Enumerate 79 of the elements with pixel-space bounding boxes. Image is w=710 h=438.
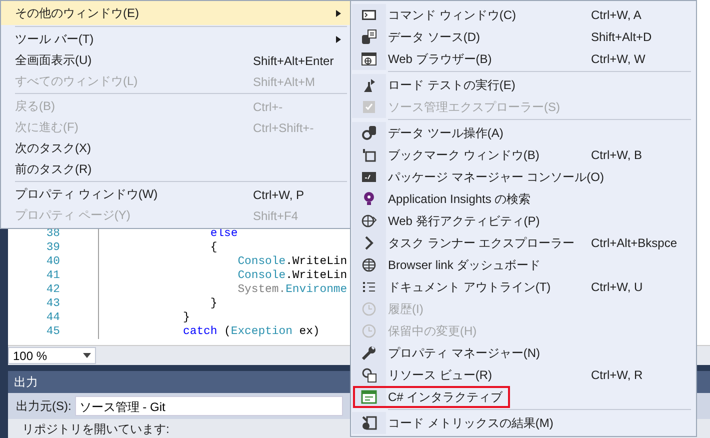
code-token: { xyxy=(209,241,218,256)
menu-item[interactable]: 全画面表示(U) Shift+Alt+Enter xyxy=(1,50,351,71)
console-icon xyxy=(361,169,377,185)
menu-item[interactable]: その他のウィンドウ(E) xyxy=(1,1,351,25)
shortcut-label: Ctrl+Alt+Bkspce xyxy=(591,236,678,250)
code-token: Console xyxy=(236,255,286,270)
source-label: 出力元(S): xyxy=(16,398,72,414)
code-token: Console xyxy=(236,269,286,284)
terminal-icon xyxy=(361,7,377,23)
outline-list-icon xyxy=(361,279,377,295)
metrics-icon xyxy=(361,415,377,431)
history-icon xyxy=(361,301,377,317)
menu-item[interactable]: リソース ビュー(R) Ctrl+W, R xyxy=(352,364,695,386)
resource-view-icon xyxy=(361,367,377,383)
line-number: 40 xyxy=(8,255,99,270)
line-number: 43 xyxy=(8,297,99,312)
menu-item[interactable]: ロード テストの実行(E) xyxy=(352,74,695,96)
shortcut-label: Ctrl+W, A xyxy=(591,8,642,22)
globe-icon xyxy=(361,257,377,273)
menu-item[interactable]: 前のタスク(R) xyxy=(1,159,351,180)
menu-item[interactable]: プロパティ マネージャー(N) xyxy=(352,342,695,364)
code-token: ( xyxy=(223,325,231,340)
menu-item[interactable]: データ ツール操作(A) xyxy=(352,122,695,144)
menu-item[interactable]: 次のタスク(X) xyxy=(1,138,351,159)
line-number: 41 xyxy=(8,269,99,284)
menu-item[interactable]: パッケージ マネージャー コンソール(O) xyxy=(352,166,695,188)
code-token: .WriteLin xyxy=(286,269,348,284)
code-token: System. xyxy=(236,283,286,298)
shortcut-label: Ctrl+Shift+- xyxy=(253,120,315,134)
output-text: リポジトリを開いています: xyxy=(22,422,170,436)
menu-item[interactable]: Web 発行アクティビティ(P) xyxy=(352,210,695,232)
line-number: 39 xyxy=(8,241,99,256)
shortcut-label: Shift+Alt+M xyxy=(253,74,316,88)
shortcut-label: Ctrl+W, W xyxy=(591,52,646,66)
interactive-window-icon xyxy=(361,389,377,405)
checkbox-icon xyxy=(361,99,377,115)
shortcut-label: Ctrl+W, U xyxy=(591,280,644,294)
shortcut-label: Ctrl+- xyxy=(253,100,284,114)
code-token: catch xyxy=(182,325,218,340)
code-token: Environme xyxy=(286,283,348,298)
zoom-dropdown[interactable]: 100 % xyxy=(8,347,96,364)
menu-item[interactable]: コマンド ウィンドウ(C) Ctrl+W, A xyxy=(352,4,695,26)
menu-item[interactable]: Web ブラウザー(B) Ctrl+W, W xyxy=(352,48,695,70)
wrench-icon xyxy=(361,345,377,361)
menu-item[interactable]: コード メトリックスの結果(M) xyxy=(352,412,695,434)
panel-title: 出力 xyxy=(14,374,38,391)
bookmark-icon xyxy=(361,147,377,163)
shortcut-label: Shift+Alt+Enter xyxy=(253,54,335,68)
menu-item[interactable]: ブックマーク ウィンドウ(B) Ctrl+W, B xyxy=(352,144,695,166)
menu-item[interactable]: C# インタラクティブ xyxy=(352,386,695,408)
menu-item[interactable]: データ ソース(D) Shift+Alt+D xyxy=(352,26,695,48)
line-number: 44 xyxy=(8,311,99,326)
code-token: .WriteLin xyxy=(286,255,348,270)
code-token: } xyxy=(182,311,190,326)
shortcut-label: Shift+F4 xyxy=(253,208,300,222)
menu-item[interactable]: タスク ランナー エクスプローラー Ctrl+Alt+Bkspce xyxy=(352,232,695,254)
source-dropdown[interactable]: ソース管理 - Git xyxy=(75,396,344,416)
caret-icon xyxy=(83,353,91,358)
menu-item[interactable]: ドキュメント アウトライン(T) Ctrl+W, U xyxy=(352,276,695,298)
menu-item[interactable]: Browser link ダッシュボード xyxy=(352,254,695,276)
lightbulb-icon xyxy=(361,191,377,207)
line-number: 45 xyxy=(8,325,99,340)
code-token: ex) xyxy=(298,325,320,340)
menu-item[interactable]: プロパティ ウィンドウ(W) Ctrl+W, P xyxy=(1,184,351,205)
clock-icon xyxy=(361,323,377,339)
code-token: } xyxy=(209,297,218,312)
shortcut-label: Ctrl+W, R xyxy=(591,368,644,382)
code-token: Exception xyxy=(230,325,292,340)
shortcut-label: Shift+Alt+D xyxy=(591,30,653,44)
flask-icon xyxy=(361,77,377,93)
line-number: 42 xyxy=(8,283,99,298)
database-icon xyxy=(361,29,377,45)
shortcut-label: Ctrl+W, B xyxy=(591,148,644,162)
code-token: else xyxy=(209,227,238,242)
menu-item[interactable]: Application Insights の検索 xyxy=(352,188,695,210)
globe-window-icon xyxy=(361,51,377,67)
shortcut-label: Ctrl+W, P xyxy=(253,188,306,202)
globe-icon xyxy=(361,213,377,229)
menu-item[interactable]: ツール バー(T) xyxy=(1,29,351,50)
